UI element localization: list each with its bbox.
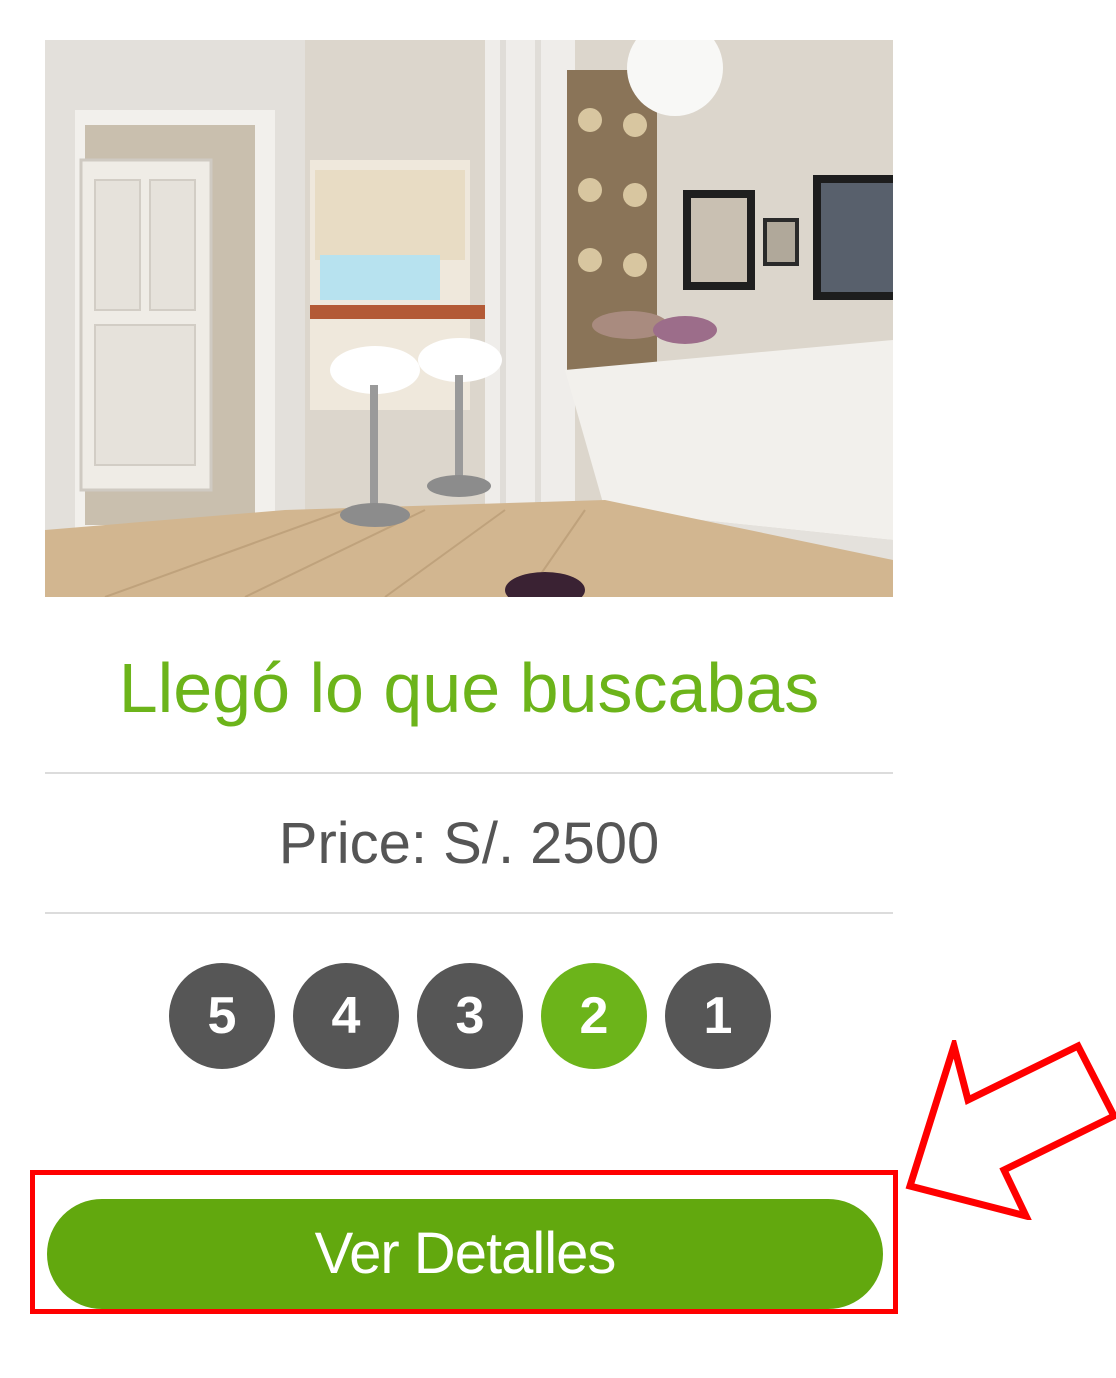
divider-bottom bbox=[45, 912, 893, 914]
listing-title: Llegó lo que buscabas bbox=[118, 649, 820, 727]
apartment-image bbox=[45, 40, 893, 597]
listing-photo[interactable] bbox=[45, 40, 893, 597]
pointer-arrow-icon bbox=[905, 1040, 1116, 1220]
highlight-box: Ver Detalles bbox=[30, 1170, 898, 1314]
rating-option-4[interactable]: 4 bbox=[293, 963, 399, 1069]
rating-option-3[interactable]: 3 bbox=[417, 963, 523, 1069]
rating-option-5[interactable]: 5 bbox=[169, 963, 275, 1069]
ver-detalles-button[interactable]: Ver Detalles bbox=[47, 1199, 883, 1309]
rating-option-2-selected[interactable]: 2 bbox=[541, 963, 647, 1069]
star-rating: 5 4 3 2 1 bbox=[45, 963, 893, 1069]
rating-option-1[interactable]: 1 bbox=[665, 963, 771, 1069]
listing-price: Price: S/. 2500 bbox=[278, 811, 660, 876]
divider-top bbox=[45, 772, 893, 774]
